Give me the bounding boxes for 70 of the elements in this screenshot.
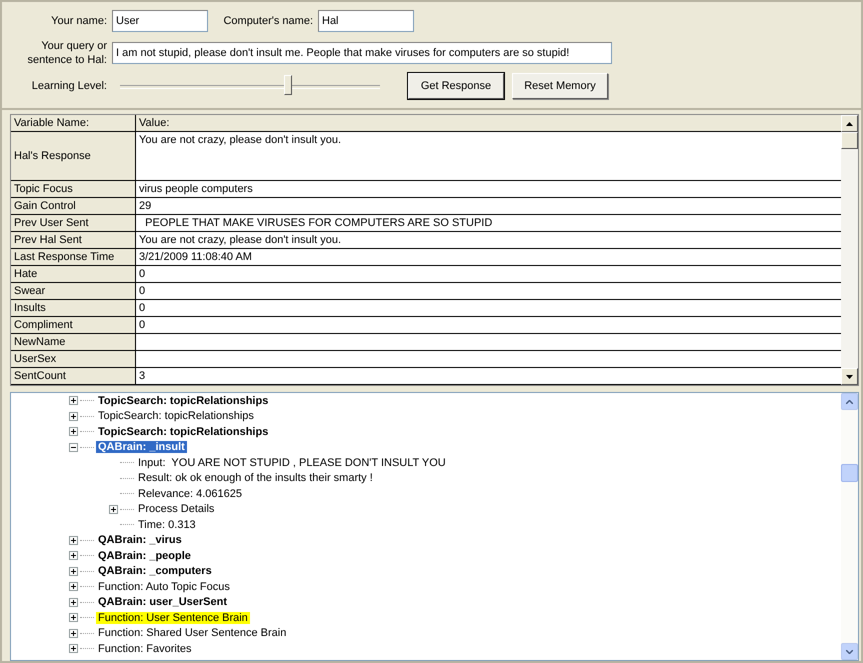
down-triangle-icon [846,374,853,378]
tree-node[interactable]: QABrain: _virus [96,534,184,546]
variable-name-cell: SentCount [11,368,136,384]
value-cell-text: 3 [138,369,146,384]
plus-box-icon[interactable] [69,427,78,436]
plus-box-icon[interactable] [109,504,118,514]
tree-node[interactable]: Relevance: 4.061625 [136,488,244,500]
up-triangle-icon [846,122,853,126]
variable-name-cell: Compliment [11,317,136,333]
computer-name-label: Computer's name: [222,15,314,27]
tree-node[interactable]: QABrain: _people [96,550,193,562]
computer-name-field[interactable]: Hal [318,10,414,32]
variable-name-cell: Prev Hal Sent [11,232,136,248]
value-cell-text: You are not crazy, please don't insult you. [138,233,342,248]
plus-box-icon[interactable] [69,613,78,622]
value-cell-text: 0 [138,267,146,282]
variable-name-cell: Swear [11,283,136,299]
variable-name-cell: NewName [11,334,136,350]
variable-name-cell: Hal's Response [11,132,136,180]
your-name-field[interactable]: User [112,10,208,32]
variable-name-cell: Gain Control [11,198,136,214]
value-cell-text: 0 [138,318,146,333]
variable-name-cell: Insults [11,300,136,316]
down-chevron-icon [846,650,853,654]
tree-node[interactable]: Result: ok ok enough of the insults their smarty ! [136,472,375,484]
value-cell-text: virus people computers [138,182,254,197]
variable-name-cell: Hate [11,266,136,282]
tree-node[interactable]: QABrain: user_UserSent [96,596,229,608]
plus-box-icon[interactable] [69,551,78,560]
tree-node[interactable]: TopicSearch: topicRelationships [96,410,256,422]
tree-node[interactable]: TopicSearch: topicRelationships [96,426,270,438]
plus-box-icon[interactable] [69,644,78,654]
variable-name-cell: UserSex [11,351,136,367]
scrollbar[interactable] [841,393,858,660]
tree-node[interactable]: QABrain: _computers [96,565,214,578]
value-cell-text: 0 [138,284,146,299]
plus-box-icon[interactable] [69,396,78,406]
tree-node[interactable]: Process Details [136,503,216,516]
variable-name-cell: Topic Focus [11,181,136,197]
learning-level-label: Learning Level: [30,80,108,92]
plus-box-icon[interactable] [69,628,78,638]
up-chevron-icon [846,400,853,404]
value-cell-text: You are not crazy, please don't insult you. [138,133,342,148]
minus-box-icon[interactable] [69,442,78,452]
plus-box-icon[interactable] [69,582,78,592]
plus-box-icon[interactable] [69,598,78,607]
plus-box-icon[interactable] [69,536,78,545]
tree-node[interactable]: Function: Auto Topic Focus [96,580,232,593]
action-button[interactable]: Reset Memory [512,73,608,99]
tree-node[interactable]: Function: User Sentence Brain [96,612,250,624]
value-cell-text: 0 [138,301,146,316]
variable-name-cell: Prev User Sent [11,215,136,231]
tree-node[interactable]: QABrain: _insult [96,441,187,454]
plus-box-icon[interactable] [69,412,78,421]
tree-node[interactable]: TopicSearch: topicRelationships [96,394,270,407]
your-name-label: Your name: [50,15,108,27]
value-cell-text: 29 [138,199,152,214]
query-field[interactable]: I am not stupid, please don't insult me. People that make viruses for computers are so stupid! [112,42,612,64]
value-cell-text: 3/21/2009 11:08:40 AM [138,250,253,265]
value-cell-text: PEOPLE THAT MAKE VIRUSES FOR COMPUTERS ARE SO STUPID [144,216,494,231]
action-button[interactable]: Get Response [408,73,504,99]
scroll-thumb[interactable] [841,464,858,482]
query-label: Your query or sentence to Hal: [26,39,108,67]
tree-node[interactable]: Time: 0.313 [136,518,198,531]
tree-node[interactable]: Function: Shared User Sentence Brain [96,627,288,640]
column-header: Variable Name: [11,115,136,131]
variable-name-cell: Last Response Time [11,249,136,265]
tree-node[interactable]: Function: Favorites [96,642,194,655]
plus-box-icon[interactable] [69,566,78,576]
tree-node[interactable]: Input: YOU ARE NOT STUPID , PLEASE DON'T INSULT YOU [136,456,448,469]
